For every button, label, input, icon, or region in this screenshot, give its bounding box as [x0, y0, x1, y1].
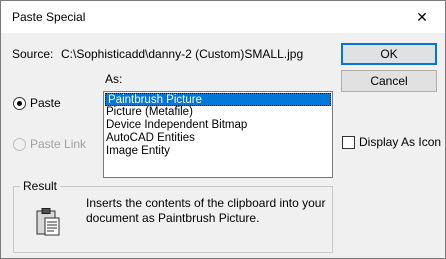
close-icon: ✕ [416, 8, 428, 25]
format-item[interactable]: AutoCAD Entities [104, 132, 332, 145]
paste-link-radio-option: Paste Link [13, 137, 86, 151]
paste-radio-option[interactable]: Paste [13, 96, 61, 110]
format-item[interactable]: Device Independent Bitmap [104, 119, 332, 132]
paste-link-radio-label: Paste Link [30, 137, 87, 151]
ok-button[interactable]: OK [341, 43, 437, 65]
title-bar: Paste Special ✕ [1, 1, 445, 33]
display-as-icon-option[interactable]: Display As Icon [342, 135, 441, 149]
source-label: Source: [12, 47, 54, 61]
paste-special-dialog: Paste Special ✕ Source: C:\Sophisticadd\… [0, 0, 446, 259]
as-label: As: [105, 72, 123, 86]
format-listbox[interactable]: Paintbrush Picture Picture (Metafile) De… [103, 91, 333, 178]
display-as-icon-label: Display As Icon [359, 135, 442, 149]
paste-link-radio [13, 137, 26, 151]
dialog-title: Paste Special [12, 10, 86, 24]
cancel-button[interactable]: Cancel [341, 70, 437, 92]
clipboard-icon [34, 207, 62, 240]
paste-radio[interactable] [13, 96, 26, 110]
format-item[interactable]: Picture (Metafile) [104, 106, 332, 119]
close-button[interactable]: ✕ [399, 1, 445, 33]
format-item[interactable]: Image Entity [104, 145, 332, 158]
result-group: Result Inserts the contents of the clipb… [13, 179, 333, 253]
result-legend: Result [20, 179, 61, 193]
source-path: C:\Sophisticadd\danny-2 (Custom)SMALL.jp… [61, 47, 304, 61]
display-as-icon-checkbox[interactable] [342, 135, 355, 149]
paste-radio-label: Paste [30, 96, 61, 110]
result-description: Inserts the contents of the clipboard in… [86, 196, 326, 225]
format-item[interactable]: Paintbrush Picture [105, 93, 331, 106]
